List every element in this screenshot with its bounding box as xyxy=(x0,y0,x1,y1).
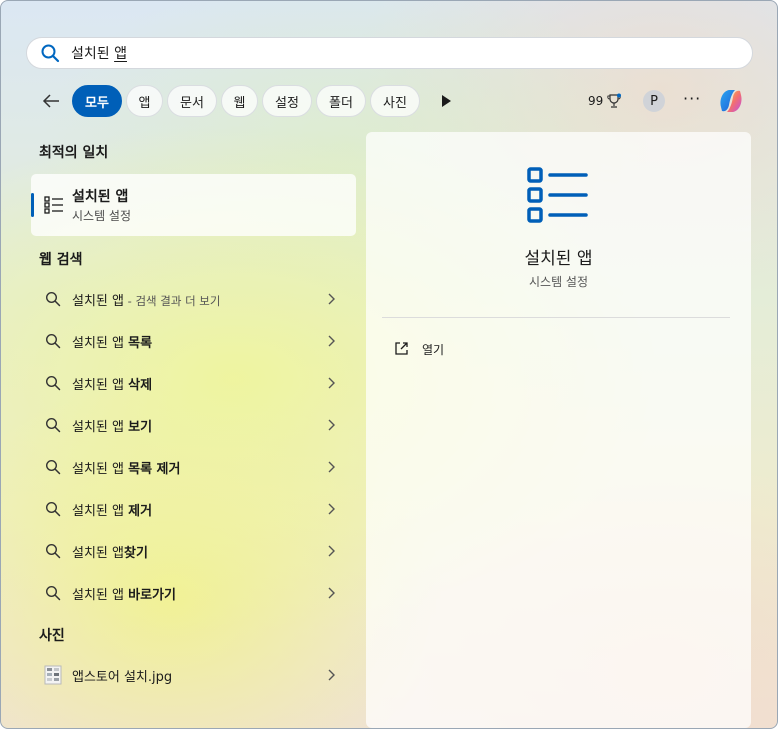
query-base: 설치된 앱 xyxy=(72,294,124,309)
rewards-points[interactable]: 99 xyxy=(588,93,622,109)
rewards-points-value: 99 xyxy=(588,94,604,108)
web-search-item[interactable]: 설치된 앱 보기 xyxy=(31,406,356,444)
list-icon xyxy=(44,196,63,214)
chevron-right-icon[interactable] xyxy=(327,668,337,682)
query-base: 설치된 앱 xyxy=(72,546,124,561)
query-suggestion: 찾기 xyxy=(123,546,148,561)
tab-photos[interactable]: 사진 xyxy=(370,85,420,117)
web-search-item[interactable]: 설치된 앱 바로가기 xyxy=(31,574,356,612)
tab-settings[interactable]: 설정 xyxy=(262,85,312,117)
search-icon xyxy=(45,333,61,349)
web-search-text: 설치된 앱 목록 xyxy=(72,332,152,351)
photo-result-item[interactable]: 앱스토어 설치.jpg xyxy=(31,656,356,694)
search-icon xyxy=(45,375,61,391)
query-suggestion: 목록 제거 xyxy=(128,462,181,477)
query-suggestion: 바로가기 xyxy=(128,588,176,603)
image-file-icon xyxy=(44,665,62,685)
best-match-subtitle: 시스템 설정 xyxy=(72,209,132,223)
selection-indicator xyxy=(31,193,34,217)
web-search-text: 설치된 앱 바로가기 xyxy=(72,584,176,603)
tab-folders[interactable]: 폴더 xyxy=(316,85,366,117)
best-match-item[interactable]: 설치된 앱 시스템 설정 xyxy=(31,174,356,236)
web-search-item[interactable]: 설치된 앱 제거 xyxy=(31,490,356,528)
divider xyxy=(382,317,730,318)
web-search-item[interactable]: 설치된 앱 목록 제거 xyxy=(31,448,356,486)
search-window: 설치된 앱 모두 앱 문서 웹 설정 폴더 사진 99 P ··· 최적의 일치… xyxy=(0,0,778,729)
trophy-icon xyxy=(607,93,622,108)
chevron-right-icon[interactable] xyxy=(327,292,337,306)
chevron-right-icon[interactable] xyxy=(327,418,337,432)
open-external-icon xyxy=(395,342,408,355)
photos-heading: 사진 xyxy=(39,628,65,644)
query-suggestion: 삭제 xyxy=(128,378,153,393)
copilot-icon[interactable] xyxy=(715,85,747,117)
chevron-right-icon[interactable] xyxy=(327,334,337,348)
query-base: 설치된 앱 xyxy=(72,504,129,519)
search-box[interactable]: 설치된 앱 xyxy=(26,37,753,69)
chevron-right-icon[interactable] xyxy=(327,376,337,390)
query-base: 설치된 앱 xyxy=(72,588,129,603)
search-icon xyxy=(45,585,61,601)
web-search-text: 설치된 앱 - 검색 결과 더 보기 xyxy=(72,290,220,309)
search-icon xyxy=(41,44,60,63)
web-search-text: 설치된 앱 제거 xyxy=(72,500,152,519)
search-icon xyxy=(45,417,61,433)
web-search-item[interactable]: 설치된 앱 목록 xyxy=(31,322,356,360)
query-hint: - 검색 결과 더 보기 xyxy=(123,294,221,308)
web-search-item[interactable]: 설치된 앱 삭제 xyxy=(31,364,356,402)
open-label: 열기 xyxy=(422,343,445,357)
web-search-item[interactable]: 설치된 앱 - 검색 결과 더 보기 xyxy=(31,280,356,318)
tab-apps[interactable]: 앱 xyxy=(126,85,163,117)
chevron-right-icon[interactable] xyxy=(327,586,337,600)
photo-file-name: 앱스토어 설치.jpg xyxy=(72,670,173,685)
query-suggestion: 목록 xyxy=(128,336,153,351)
list-icon xyxy=(527,167,588,223)
play-more-filters-icon[interactable] xyxy=(439,94,453,108)
search-icon xyxy=(45,291,61,307)
chevron-right-icon[interactable] xyxy=(327,460,337,474)
chevron-right-icon[interactable] xyxy=(327,502,337,516)
web-search-text: 설치된 앱 목록 제거 xyxy=(72,458,180,477)
web-search-heading: 웹 검색 xyxy=(39,252,83,268)
tab-documents[interactable]: 문서 xyxy=(167,85,217,117)
more-options-button[interactable]: ··· xyxy=(683,89,701,108)
tab-web[interactable]: 웹 xyxy=(221,85,258,117)
search-icon xyxy=(45,459,61,475)
search-icon xyxy=(45,501,61,517)
back-button[interactable] xyxy=(40,90,62,112)
detail-title: 설치된 앱 xyxy=(524,249,593,269)
query-base: 설치된 앱 xyxy=(72,378,129,393)
open-button[interactable]: 열기 xyxy=(382,333,730,365)
arrow-left-icon xyxy=(42,94,59,108)
detail-subtitle: 시스템 설정 xyxy=(528,275,588,289)
web-search-text: 설치된 앱 보기 xyxy=(72,416,152,435)
query-base: 설치된 앱 xyxy=(72,462,129,477)
query-base: 설치된 앱 xyxy=(72,420,129,435)
search-input[interactable]: 설치된 앱 xyxy=(71,43,127,63)
web-search-text: 설치된 앱 삭제 xyxy=(72,374,152,393)
chevron-right-icon[interactable] xyxy=(327,544,337,558)
search-icon xyxy=(45,543,61,559)
tab-all[interactable]: 모두 xyxy=(72,85,122,117)
best-match-title: 설치된 앱 xyxy=(72,189,129,205)
web-search-item[interactable]: 설치된 앱찾기 xyxy=(31,532,356,570)
avatar[interactable]: P xyxy=(643,90,665,112)
best-match-heading: 최적의 일치 xyxy=(39,145,109,161)
query-suggestion: 제거 xyxy=(128,504,153,519)
detail-panel: 설치된 앱 시스템 설정 열기 xyxy=(366,132,751,728)
query-base: 설치된 앱 xyxy=(72,336,129,351)
web-search-text: 설치된 앱찾기 xyxy=(72,542,148,561)
query-suggestion: 보기 xyxy=(128,420,153,435)
